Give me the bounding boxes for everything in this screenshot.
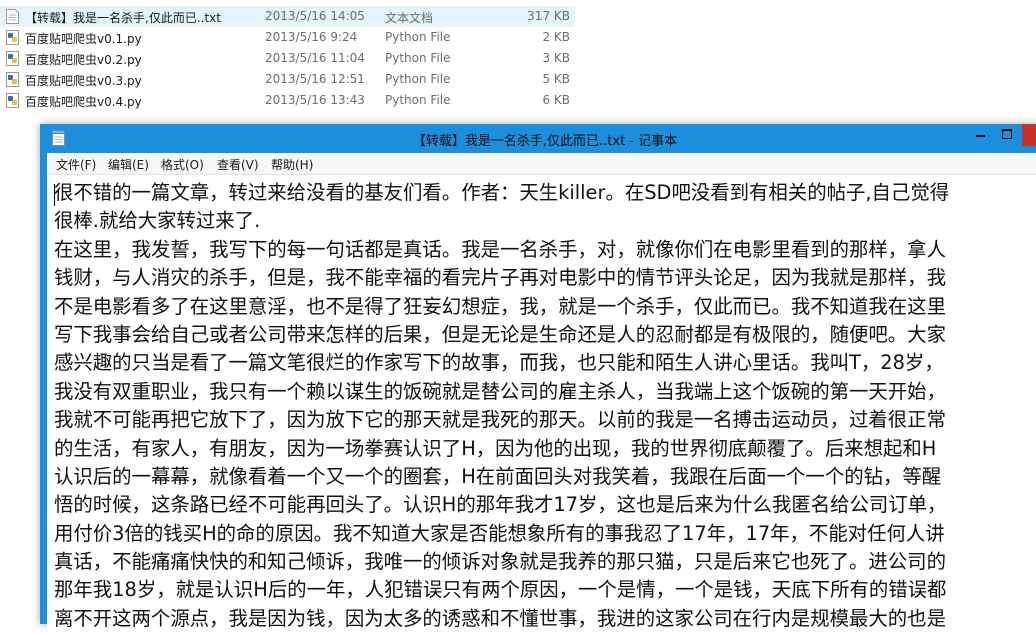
file-type: Python File	[385, 30, 451, 44]
python-file-icon	[6, 72, 20, 87]
text-line: 不是电影看多了在这里意淫，也不是得了狂妄幻想症，我，就是一个杀手，仅此而已。我不…	[54, 294, 946, 318]
menu-help[interactable]: 帮助(H)	[271, 156, 313, 173]
file-row[interactable]: 百度贴吧爬虫v0.2.py 2013/5/16 11:04 Python File 3…	[0, 48, 575, 69]
file-date: 2013/5/16 14:05	[265, 9, 365, 23]
file-size: 6 KB	[542, 93, 570, 107]
file-size: 3 KB	[542, 51, 570, 65]
file-name: 百度贴吧爬虫v0.4.py	[25, 95, 142, 109]
text-line: 悟的时候，这条路已经不可能再回头了。认识H的那年我才17岁，这也是后来为什么我匿…	[54, 493, 947, 517]
title-bar[interactable]: 【转载】我是一名杀手,仅此而已..txt - 记事本 ✕	[40, 124, 1036, 152]
menu-file[interactable]: 文件(F)	[56, 156, 96, 173]
file-date: 2013/5/16 11:04	[265, 51, 365, 65]
file-name: 百度贴吧爬虫v0.3.py	[25, 74, 142, 88]
file-row[interactable]: 【转载】我是一名杀手,仅此而已..txt 2013/5/16 14:05 文本文档 3…	[0, 6, 575, 27]
text-file-icon	[6, 9, 20, 24]
file-date: 2013/5/16 12:51	[265, 72, 365, 86]
text-line: 用付价3倍的钱买H的命的原因。我不知道大家是否能想象所有的事我忍了17年，17年…	[54, 521, 945, 545]
close-button[interactable]: ✕	[1022, 124, 1036, 146]
maximize-icon	[1002, 129, 1012, 139]
text-line: 我就不可能再把它放下了，因为放下它的那天就是我死的那天。以前的我是一名搏击运动员…	[54, 408, 946, 432]
text-line: 那年我18岁，就是认识H后的一年，人犯错误只有两个原因，一个是情，一个是钱，天底…	[54, 578, 947, 602]
file-size: 5 KB	[542, 72, 570, 86]
file-row[interactable]: 百度贴吧爬虫v0.3.py 2013/5/16 12:51 Python File 5…	[0, 69, 575, 90]
window-title: 【转载】我是一名杀手,仅此而已..txt - 记事本	[412, 134, 678, 149]
text-editor[interactable]: 很不错的一篇文章，转过来给没看的基友们看。作者：天生killer。在SD吧没看到…	[47, 175, 1036, 635]
minimize-button[interactable]	[966, 124, 994, 146]
file-row[interactable]: 百度贴吧爬虫v0.4.py 2013/5/16 13:43 Python File 6…	[0, 90, 575, 111]
python-file-icon	[6, 51, 20, 66]
text-line: 很棒.就给大家转过来了.	[54, 209, 261, 233]
file-name: 百度贴吧爬虫v0.2.py	[25, 53, 142, 67]
python-file-icon	[6, 30, 20, 45]
text-line: 感兴趣的只当是看了一篇文笔很烂的作家写下的故事，而我，也只能和陌生人讲心里话。我…	[54, 351, 944, 375]
menu-format[interactable]: 格式(O)	[161, 156, 204, 173]
menu-view[interactable]: 查看(V)	[217, 156, 259, 173]
file-date: 2013/5/16 13:43	[265, 93, 365, 107]
menu-bar: 文件(F) 编辑(E) 格式(O) 查看(V) 帮助(H)	[47, 153, 1036, 175]
file-name: 【转载】我是一名杀手,仅此而已..txt	[25, 11, 221, 25]
file-type: 文本文档	[385, 11, 434, 25]
file-size: 2 KB	[542, 30, 570, 44]
menu-edit[interactable]: 编辑(E)	[108, 156, 149, 173]
text-line: 我没有双重职业，我只有一个赖以谋生的饭碗就是替公司的雇主杀人，当我端上这个饭碗的…	[54, 379, 946, 403]
file-name: 百度贴吧爬虫v0.1.py	[25, 32, 142, 46]
maximize-button[interactable]	[994, 124, 1020, 146]
python-file-icon	[6, 93, 20, 108]
text-line: 离不开这两个源点，我是因为钱，因为太多的诱惑和不懂世事，我进的这家公司在行内是规…	[54, 606, 946, 630]
file-type: Python File	[385, 93, 451, 107]
text-line: 钱财，与人消灾的杀手，但是，我不能幸福的看完片子再对电影中的情节评头论足，因为我…	[54, 266, 946, 290]
file-size: 317 KB	[527, 9, 570, 23]
explorer-file-list: 【转载】我是一名杀手,仅此而已..txt 2013/5/16 14:05 文本文档 3…	[0, 6, 575, 111]
text-line: 认识后的一幕幕，就像看着一个又一个的圈套，H在前面回头对我笑着，我跟在后面一个一…	[54, 464, 942, 488]
file-type: Python File	[385, 51, 451, 65]
text-line: 真话，不能痛痛快快的和知己倾诉，我唯一的倾诉对象就是我养的那只猫，只是后来它也死…	[54, 550, 946, 574]
document-text: 很不错的一篇文章，转过来给没看的基友们看。作者：天生killer。在SD吧没看到…	[54, 179, 1036, 633]
text-line: 写下我事会给自己或者公司带来怎样的后果，但是无论是生命还是人的忍耐都是有极限的，…	[54, 322, 946, 346]
text-line: 的生活，有家人，有朋友，因为一场拳赛认识了H，因为他的出现，我的世界彻底颠覆了。…	[54, 436, 937, 460]
file-row[interactable]: 百度贴吧爬虫v0.1.py 2013/5/16 9:24 Python File 2 …	[0, 27, 575, 48]
file-type: Python File	[385, 72, 451, 86]
minimize-icon	[976, 135, 985, 137]
file-date: 2013/5/16 9:24	[265, 30, 358, 44]
text-line: 在这里，我发誓，我写下的每一句话都是真话。我是一名杀手，对，就像你们在电影里看到…	[54, 237, 946, 261]
text-line: 很不错的一篇文章，转过来给没看的基友们看。作者：天生killer。在SD吧没看到…	[54, 181, 950, 204]
notepad-window: 【转载】我是一名杀手,仅此而已..txt - 记事本 ✕ 文件(F) 编辑(E)…	[40, 124, 1036, 635]
